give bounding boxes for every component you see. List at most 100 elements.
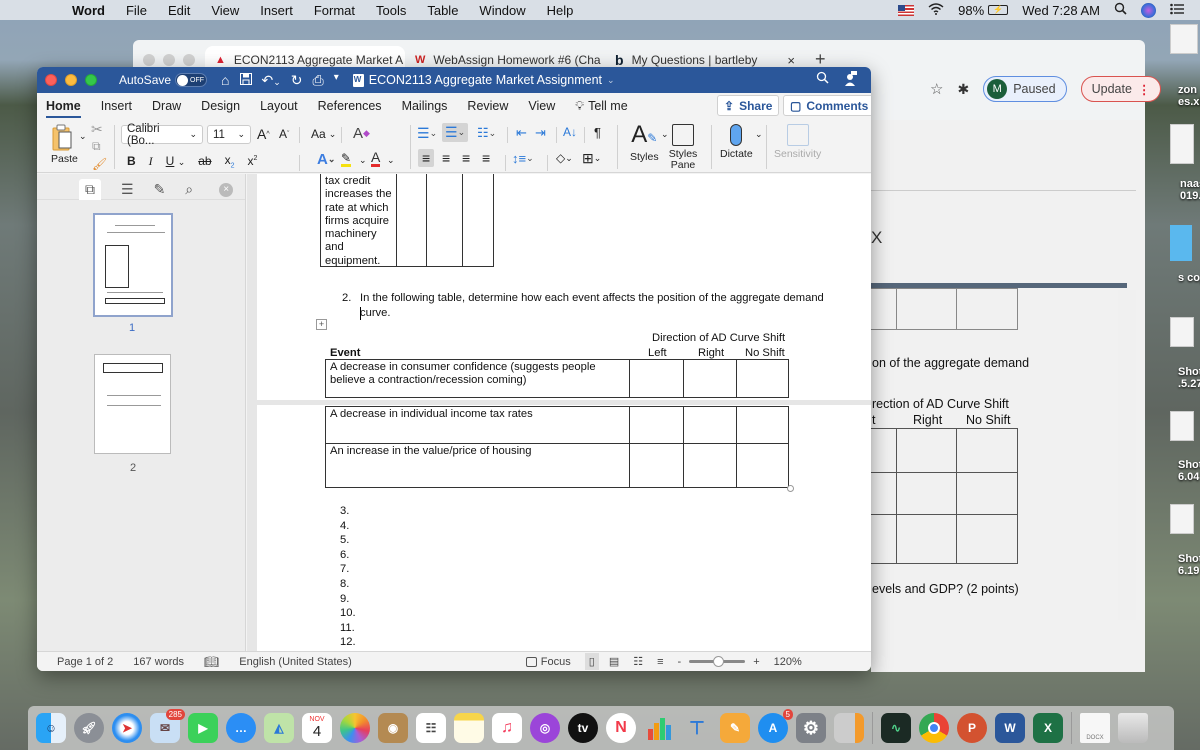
justify-icon[interactable]: ≡: [482, 150, 490, 166]
menu-help[interactable]: Help: [547, 3, 574, 18]
text-effects-icon[interactable]: A ⌄: [317, 151, 335, 168]
siri-icon[interactable]: [1141, 2, 1156, 18]
outline-list-icon[interactable]: ☰: [121, 181, 134, 198]
menu-view[interactable]: View: [211, 3, 239, 18]
dock-mail-icon[interactable]: ✉ 285: [150, 709, 185, 743]
paste-button[interactable]: Paste: [51, 123, 78, 165]
right-cell[interactable]: [683, 406, 737, 444]
dock-music-icon[interactable]: ♫: [492, 713, 522, 743]
align-center-icon[interactable]: ≡: [442, 150, 450, 166]
page-count[interactable]: Page 1 of 2: [57, 656, 113, 668]
tab-references[interactable]: References: [318, 95, 382, 117]
zoom-slider-knob[interactable]: [713, 656, 725, 667]
zoom-in-button[interactable]: +: [753, 656, 759, 668]
line-spacing-icon[interactable]: ↕≡ ⌄: [512, 151, 534, 166]
language-status[interactable]: English (United States): [239, 656, 352, 668]
numbering-icon[interactable]: ☰ ⌄: [442, 123, 469, 142]
increase-font-size-icon[interactable]: A ^: [257, 126, 270, 142]
dock-facetime-icon[interactable]: ▶: [188, 713, 218, 743]
menu-edit[interactable]: Edit: [168, 3, 190, 18]
desktop-screenshot-thumbnail[interactable]: [1170, 317, 1194, 347]
undo-icon[interactable]: ↶⌄: [262, 72, 281, 89]
share-button[interactable]: ⇪ Share: [717, 95, 780, 116]
menu-format[interactable]: Format: [314, 3, 355, 18]
event-cell[interactable]: A decrease in consumer confidence (sugge…: [325, 359, 630, 398]
extensions-puzzle-icon[interactable]: ✱: [957, 81, 969, 98]
multilevel-list-icon[interactable]: ☷ ⌄: [477, 125, 496, 141]
superscript-button[interactable]: x2: [248, 154, 258, 168]
battery-status[interactable]: 98% ⚡: [958, 3, 1009, 18]
word-count[interactable]: 167 words: [133, 656, 184, 668]
increase-indent-icon[interactable]: ⇥: [535, 125, 546, 141]
italic-button[interactable]: I: [149, 154, 153, 169]
dock-tv-icon[interactable]: tv: [568, 713, 598, 743]
format-painter-icon[interactable]: 🖌︎: [92, 157, 107, 171]
desktop-file-label[interactable]: Shot6.19 AM: [1178, 553, 1200, 577]
tab-draw[interactable]: Draw: [152, 95, 181, 117]
tab-view[interactable]: View: [528, 95, 555, 117]
noshift-cell[interactable]: [736, 406, 789, 444]
dock-photos-icon[interactable]: [340, 713, 370, 743]
decrease-indent-icon[interactable]: ⇤: [516, 125, 527, 141]
autosave-toggle[interactable]: OFF: [175, 73, 208, 87]
desktop-file-thumbnail[interactable]: [1170, 124, 1194, 164]
redo-icon[interactable]: ↻: [291, 72, 303, 89]
desktop-file-label[interactable]: naasman019.pdf: [1180, 178, 1200, 202]
align-right-icon[interactable]: ≡: [462, 150, 470, 166]
close-pane-icon[interactable]: ×: [219, 182, 234, 197]
menu-insert[interactable]: Insert: [260, 3, 293, 18]
paste-options-chevron-icon[interactable]: ⌄: [79, 131, 87, 142]
left-cell[interactable]: [629, 359, 684, 398]
menu-table[interactable]: Table: [427, 3, 458, 18]
dock-calculator-icon[interactable]: [834, 713, 864, 743]
dock-messages-icon[interactable]: …: [226, 713, 256, 743]
search-icon[interactable]: ⌕: [185, 181, 193, 198]
dock-news-icon[interactable]: N: [606, 713, 636, 743]
document-title[interactable]: ECON2113 Aggregate Market Assignment ⌄: [352, 73, 615, 87]
decrease-font-size-icon[interactable]: Aˇ: [279, 127, 289, 141]
strikethrough-button[interactable]: ab: [198, 154, 211, 168]
minimize-window-button[interactable]: [65, 74, 77, 86]
left-cell[interactable]: [629, 443, 684, 488]
font-size-select[interactable]: 11 ⌄: [207, 125, 251, 144]
underline-button[interactable]: U ⌄: [166, 154, 186, 168]
tab-home[interactable]: Home: [46, 95, 81, 118]
search-icon[interactable]: [816, 71, 829, 90]
share-person-icon[interactable]: [843, 70, 857, 90]
dock-finder-icon[interactable]: ☺: [36, 713, 66, 743]
comments-button[interactable]: ▢ Comments: [783, 95, 871, 116]
change-case-button[interactable]: Aa ⌄: [311, 127, 336, 141]
desktop-file-label[interactable]: Shot.5.27 AM: [1178, 366, 1200, 390]
input-source-flag-icon[interactable]: [898, 4, 915, 16]
print-layout-view-icon[interactable]: ▯: [584, 653, 599, 670]
styles-button[interactable]: A✎ Styles: [630, 121, 659, 163]
menu-app-word[interactable]: Word: [72, 3, 105, 18]
close-window-button[interactable]: [45, 74, 57, 86]
chevron-down-icon[interactable]: ⌄: [755, 129, 763, 140]
font-color-icon[interactable]: A: [371, 150, 381, 167]
chevron-down-icon[interactable]: ⌄: [387, 155, 395, 166]
cut-icon[interactable]: ✂: [91, 121, 103, 138]
web-layout-view-icon[interactable]: ▤: [609, 655, 619, 668]
page-thumbnail-2[interactable]: [94, 354, 171, 454]
dock-reminders-icon[interactable]: ☷: [416, 713, 446, 743]
subscript-button[interactable]: x2: [225, 153, 235, 169]
dock-calendar-icon[interactable]: NOV 4: [302, 713, 332, 743]
maximize-window-button[interactable]: [85, 74, 97, 86]
spotlight-search-icon[interactable]: [1114, 2, 1127, 18]
dock-activity-monitor-icon[interactable]: ∿: [881, 713, 911, 743]
save-icon[interactable]: [239, 72, 252, 89]
zoom-level[interactable]: 120%: [774, 656, 802, 668]
desktop-file-thumbnail[interactable]: [1170, 24, 1198, 54]
shading-icon[interactable]: ◇ ⌄: [556, 151, 573, 165]
tab-mailings[interactable]: Mailings: [402, 95, 448, 117]
table-move-handle-icon[interactable]: +: [316, 319, 327, 330]
table-cell[interactable]: [427, 174, 463, 266]
dock-contacts-icon[interactable]: ◉: [378, 713, 408, 743]
home-icon[interactable]: ⌂: [221, 72, 229, 89]
dock-powerpoint-icon[interactable]: P: [957, 713, 987, 743]
noshift-cell[interactable]: [736, 359, 789, 398]
document-canvas[interactable]: tax credit increases the rate at which f…: [247, 174, 871, 652]
clear-formatting-icon[interactable]: A ◆: [353, 125, 370, 142]
desktop-file-label[interactable]: s copy: [1178, 272, 1200, 284]
